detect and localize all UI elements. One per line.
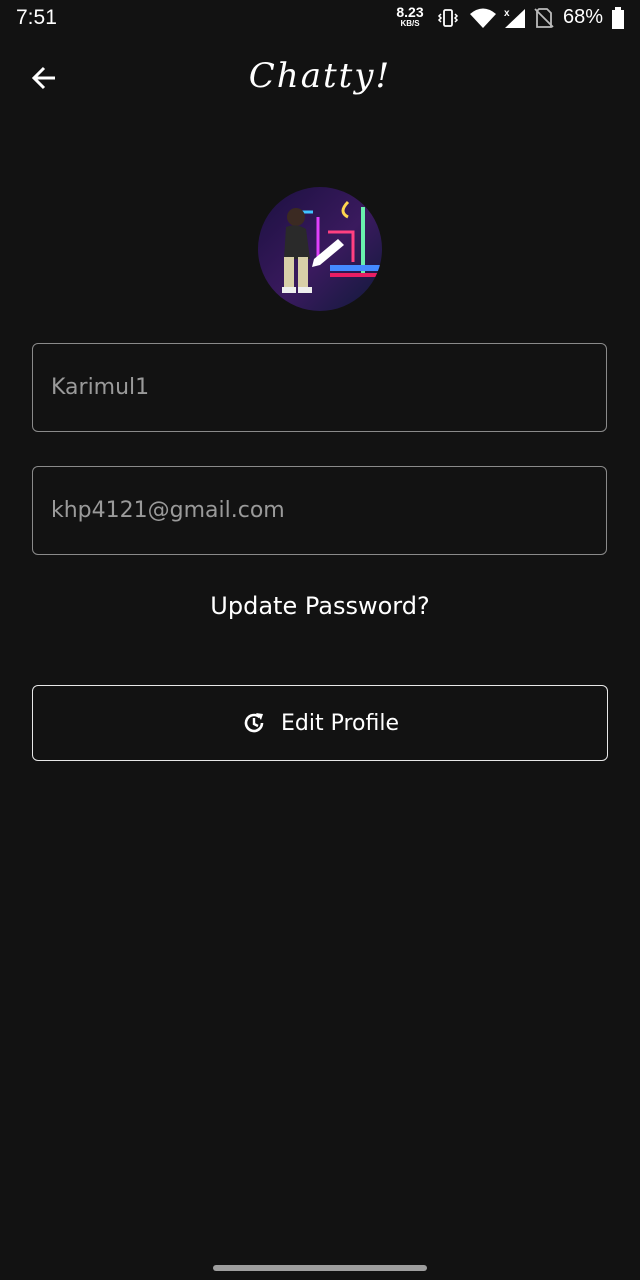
status-time: 7:51 — [16, 6, 57, 29]
email-value: khp4121@gmail.com — [51, 498, 285, 523]
edit-profile-label: Edit Profile — [280, 710, 399, 736]
email-field[interactable]: khp4121@gmail.com — [32, 466, 607, 555]
username-field[interactable]: Karimul1 — [32, 343, 607, 432]
status-bar: 7:51 8.23 KB/S x 68% — [0, 0, 640, 36]
wifi-icon — [469, 7, 497, 33]
update-password-link[interactable]: Update Password? — [0, 592, 640, 620]
avatar[interactable] — [258, 187, 382, 311]
no-sim-icon — [533, 7, 555, 33]
refresh-icon — [241, 710, 267, 736]
vibrate-icon — [437, 7, 459, 33]
app-title: Chatty! — [248, 56, 392, 96]
network-speed: 8.23 KB/S — [394, 5, 426, 28]
profile-screen: 7:51 8.23 KB/S x 68% Chatty! Karimul1 kh… — [0, 0, 640, 1280]
home-indicator[interactable] — [213, 1265, 427, 1271]
username-value: Karimul1 — [51, 375, 150, 400]
battery-icon — [611, 7, 625, 33]
edit-profile-button[interactable]: Edit Profile — [32, 685, 608, 761]
cell-signal-icon: x — [502, 7, 528, 33]
network-speed-value: 8.23 — [396, 4, 424, 20]
battery-percent: 68% — [563, 6, 604, 28]
svg-text:x: x — [504, 8, 510, 19]
network-speed-unit: KB/S — [400, 19, 420, 28]
